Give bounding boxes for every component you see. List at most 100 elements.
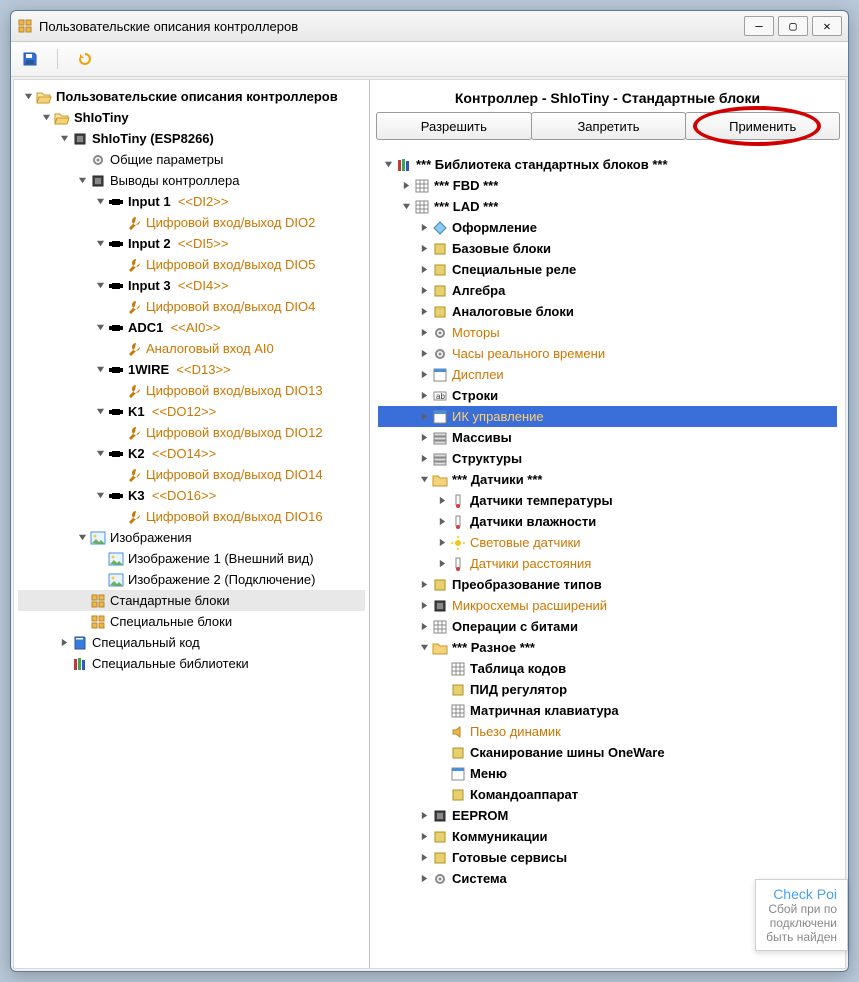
chevron-right-icon[interactable] xyxy=(418,264,430,276)
rt-sensors[interactable]: *** Датчики *** xyxy=(378,469,837,490)
tree-img2[interactable]: Изображение 2 (Подключение) xyxy=(18,569,365,590)
tree-dio16[interactable]: Цифровой вход/выход DIO16 xyxy=(18,506,365,527)
chevron-down-icon[interactable] xyxy=(94,280,106,292)
tree-shiotiny-esp[interactable]: ShIoTiny (ESP8266) xyxy=(18,128,365,149)
rt-algebra[interactable]: Алгебра xyxy=(378,280,837,301)
rt-fbd[interactable]: *** FBD *** xyxy=(378,175,837,196)
rt-s-hum[interactable]: Датчики влажности xyxy=(378,511,837,532)
close-button[interactable]: ✕ xyxy=(812,16,842,36)
rt-m-menu[interactable]: Меню xyxy=(378,763,837,784)
tree-k2[interactable]: K2 <<DO14>> xyxy=(18,443,365,464)
tree-spec-libs[interactable]: Специальные библиотеки xyxy=(18,653,365,674)
tree-ai0[interactable]: Аналоговый вход AI0 xyxy=(18,338,365,359)
chevron-right-icon[interactable] xyxy=(418,810,430,822)
tree-k1[interactable]: K1 <<DO12>> xyxy=(18,401,365,422)
chevron-right-icon[interactable] xyxy=(418,243,430,255)
chevron-down-icon[interactable] xyxy=(382,159,394,171)
rt-s-dist[interactable]: Датчики расстояния xyxy=(378,553,837,574)
rt-m-matrix[interactable]: Матричная клавиатура xyxy=(378,700,837,721)
chevron-right-icon[interactable] xyxy=(418,411,430,423)
rt-library[interactable]: *** Библиотека стандартных блоков *** xyxy=(378,154,837,175)
allow-button[interactable]: Разрешить xyxy=(376,112,532,140)
tree-dio4[interactable]: Цифровой вход/выход DIO4 xyxy=(18,296,365,317)
rt-structs[interactable]: Структуры xyxy=(378,448,837,469)
rt-m-codes[interactable]: Таблица кодов xyxy=(378,658,837,679)
chevron-down-icon[interactable] xyxy=(418,474,430,486)
rt-design[interactable]: Оформление xyxy=(378,217,837,238)
chevron-down-icon[interactable] xyxy=(76,532,88,544)
rt-m-piezo[interactable]: Пьезо динамик xyxy=(378,721,837,742)
deny-button[interactable]: Запретить xyxy=(531,112,687,140)
rt-strings[interactable]: Строки xyxy=(378,385,837,406)
chevron-right-icon[interactable] xyxy=(418,327,430,339)
chevron-right-icon[interactable] xyxy=(418,831,430,843)
chevron-down-icon[interactable] xyxy=(400,201,412,213)
save-button[interactable] xyxy=(19,48,41,70)
chevron-right-icon[interactable] xyxy=(418,369,430,381)
rt-chips[interactable]: Микросхемы расширений xyxy=(378,595,837,616)
rt-analog[interactable]: Аналоговые блоки xyxy=(378,301,837,322)
tree-input2[interactable]: Input 2 <<DI5>> xyxy=(18,233,365,254)
rt-m-onewire[interactable]: Сканирование шины OneWare xyxy=(378,742,837,763)
tree-dio12[interactable]: Цифровой вход/выход DIO12 xyxy=(18,422,365,443)
tree-dio5[interactable]: Цифровой вход/выход DIO5 xyxy=(18,254,365,275)
rt-cast[interactable]: Преобразование типов xyxy=(378,574,837,595)
chevron-right-icon[interactable] xyxy=(418,621,430,633)
chevron-down-icon[interactable] xyxy=(94,196,106,208)
chevron-right-icon[interactable] xyxy=(418,222,430,234)
tree-adc1[interactable]: ADC1 <<AI0>> xyxy=(18,317,365,338)
rt-s-light[interactable]: Световые датчики xyxy=(378,532,837,553)
refresh-button[interactable] xyxy=(74,48,96,70)
maximize-button[interactable]: ▢ xyxy=(778,16,808,36)
rt-arrays[interactable]: Массивы xyxy=(378,427,837,448)
tree-input3[interactable]: Input 3 <<DI4>> xyxy=(18,275,365,296)
rt-s-temp[interactable]: Датчики температуры xyxy=(378,490,837,511)
chevron-right-icon[interactable] xyxy=(436,537,448,549)
rt-comm[interactable]: Коммуникации xyxy=(378,826,837,847)
chevron-right-icon[interactable] xyxy=(418,432,430,444)
chevron-right-icon[interactable] xyxy=(418,390,430,402)
rt-relays[interactable]: Специальные реле xyxy=(378,259,837,280)
tree-shiotiny[interactable]: ShIoTiny xyxy=(18,107,365,128)
rt-m-pid[interactable]: ПИД регулятор xyxy=(378,679,837,700)
chevron-down-icon[interactable] xyxy=(94,322,106,334)
tree-spec-code[interactable]: Специальный код xyxy=(18,632,365,653)
tree-k3[interactable]: K3 <<DO16>> xyxy=(18,485,365,506)
rt-lad[interactable]: *** LAD *** xyxy=(378,196,837,217)
rt-rtc[interactable]: Часы реального времени xyxy=(378,343,837,364)
chevron-right-icon[interactable] xyxy=(436,558,448,570)
chevron-right-icon[interactable] xyxy=(418,600,430,612)
rt-ir[interactable]: ИК управление xyxy=(378,406,837,427)
chevron-right-icon[interactable] xyxy=(400,180,412,192)
tree-dio2[interactable]: Цифровой вход/выход DIO2 xyxy=(18,212,365,233)
rt-services[interactable]: Готовые сервисы xyxy=(378,847,837,868)
chevron-down-icon[interactable] xyxy=(40,112,52,124)
chevron-right-icon[interactable] xyxy=(436,495,448,507)
chevron-right-icon[interactable] xyxy=(418,579,430,591)
tree-dio14[interactable]: Цифровой вход/выход DIO14 xyxy=(18,464,365,485)
chevron-down-icon[interactable] xyxy=(94,238,106,250)
chevron-down-icon[interactable] xyxy=(76,175,88,187)
chevron-down-icon[interactable] xyxy=(94,490,106,502)
rt-motors[interactable]: Моторы xyxy=(378,322,837,343)
titlebar[interactable]: Пользовательские описания контроллеров —… xyxy=(11,11,848,42)
tree-root[interactable]: Пользовательские описания контроллеров xyxy=(18,86,365,107)
chevron-right-icon[interactable] xyxy=(418,348,430,360)
rt-base[interactable]: Базовые блоки xyxy=(378,238,837,259)
chevron-right-icon[interactable] xyxy=(418,453,430,465)
tree-dio13[interactable]: Цифровой вход/выход DIO13 xyxy=(18,380,365,401)
tree-pins[interactable]: Выводы контроллера xyxy=(18,170,365,191)
tree-general[interactable]: Общие параметры xyxy=(18,149,365,170)
tree-input1[interactable]: Input 1 <<DI2>> xyxy=(18,191,365,212)
chevron-right-icon[interactable] xyxy=(418,873,430,885)
rt-misc[interactable]: *** Разное *** xyxy=(378,637,837,658)
chevron-down-icon[interactable] xyxy=(94,448,106,460)
chevron-right-icon[interactable] xyxy=(436,516,448,528)
rt-m-cmd[interactable]: Командоаппарат xyxy=(378,784,837,805)
chevron-down-icon[interactable] xyxy=(58,133,70,145)
chevron-down-icon[interactable] xyxy=(22,91,34,103)
right-tree-pane[interactable]: *** Библиотека стандартных блоков *** **… xyxy=(370,146,845,968)
chevron-down-icon[interactable] xyxy=(94,406,106,418)
tree-img1[interactable]: Изображение 1 (Внешний вид) xyxy=(18,548,365,569)
chevron-down-icon[interactable] xyxy=(94,364,106,376)
